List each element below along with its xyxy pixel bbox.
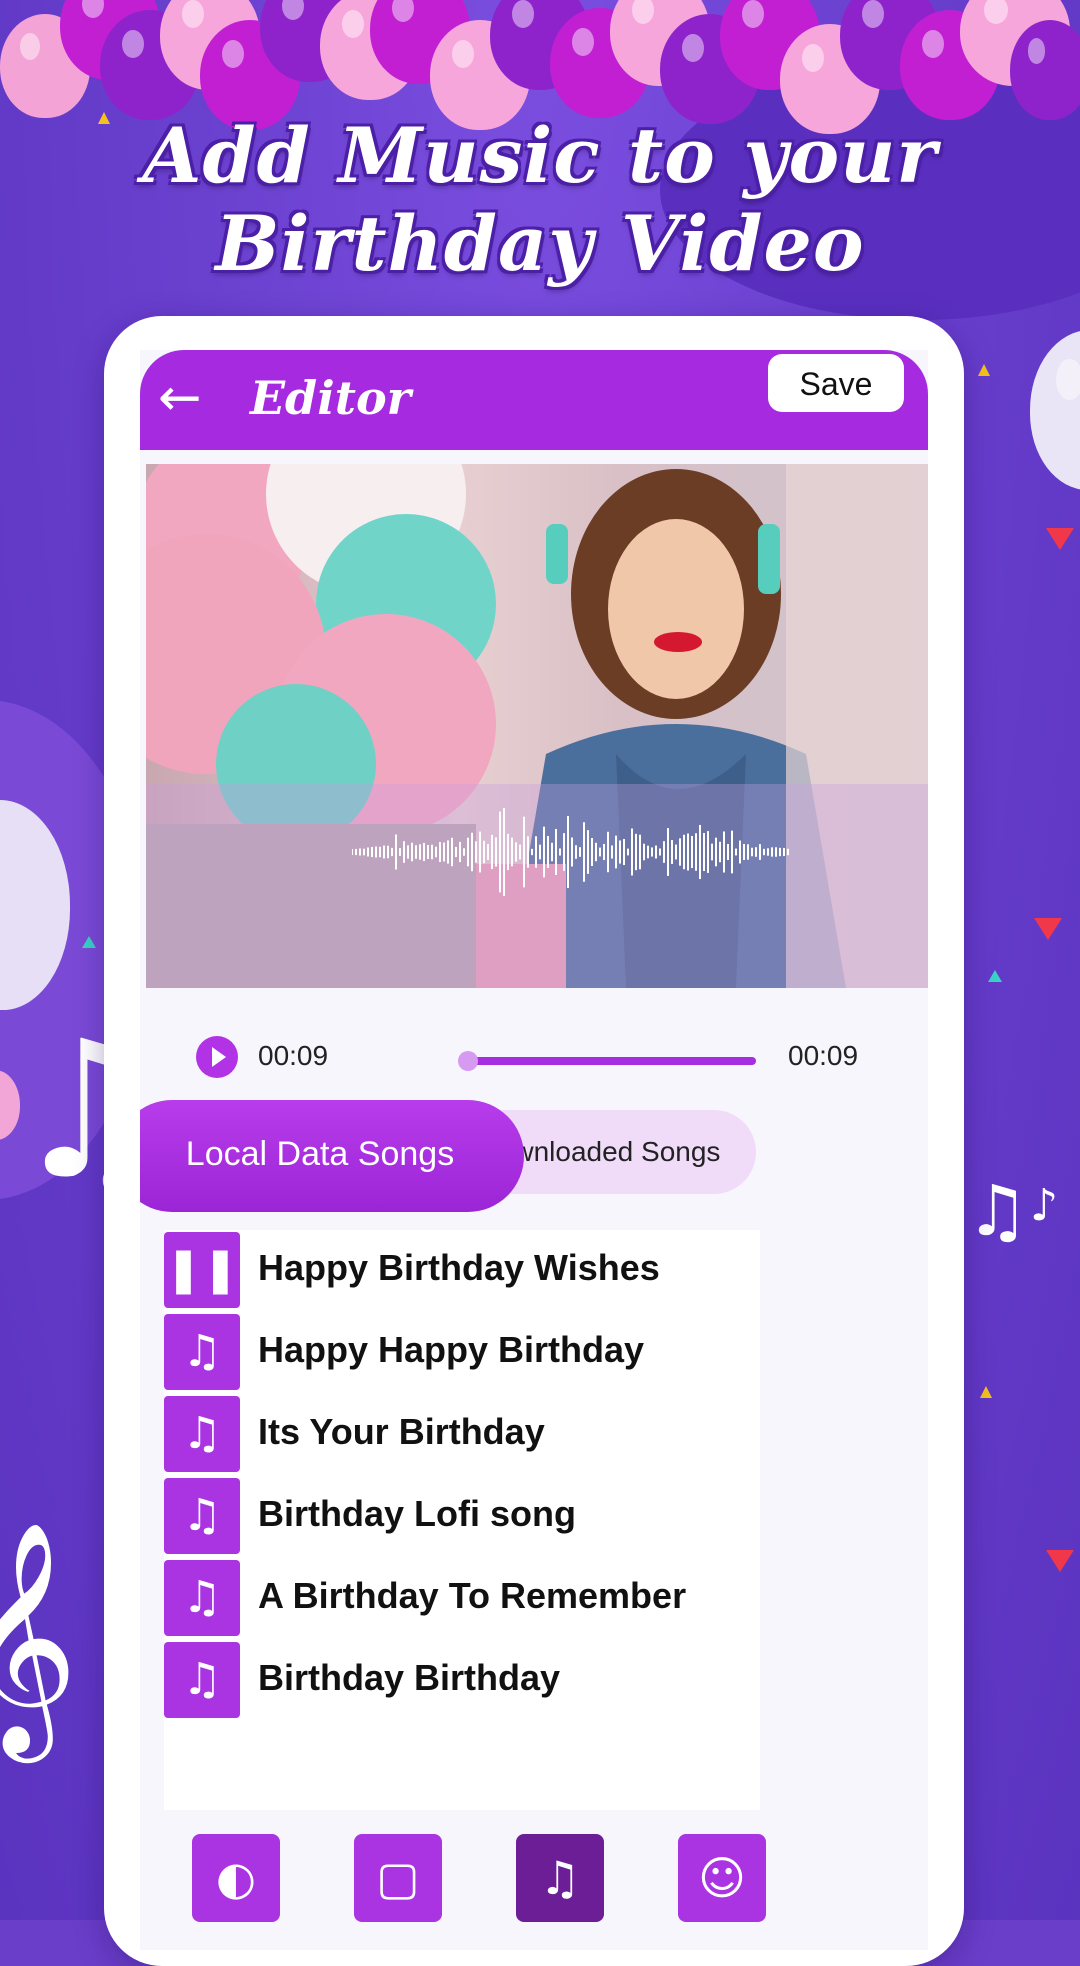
editor-screen: ← Editor Save 00:09 00:09 Downloaded Son…: [140, 350, 928, 1950]
song-title: Birthday Birthday: [258, 1657, 561, 1698]
music-note-decoration: 𝄞: [0, 1520, 79, 1753]
pause-icon[interactable]: ❚❚: [164, 1232, 240, 1308]
song-title: Happy Happy Birthday: [258, 1329, 645, 1370]
music-icon[interactable]: ♫: [516, 1834, 604, 1922]
tab-local-data-songs[interactable]: Local Data Songs: [140, 1100, 524, 1212]
headline-line1: Add Music to your: [142, 111, 938, 200]
music-note-decoration: ♪: [1030, 1180, 1059, 1231]
total-time: 00:09: [788, 1040, 859, 1071]
editor-toolbar: ◐ ▢ ♫ ☺: [140, 1826, 928, 1926]
filter-icon[interactable]: ◐: [192, 1834, 280, 1922]
confetti: [82, 936, 96, 948]
song-title: Birthday Lofi song: [258, 1493, 576, 1534]
promo-headline: Add Music to your Birthday Video: [0, 112, 1080, 288]
list-item[interactable]: ♫ Its Your Birthday: [164, 1394, 760, 1474]
list-item[interactable]: ♫ Birthday Lofi song: [164, 1476, 760, 1556]
song-title: Happy Birthday Wishes: [258, 1247, 660, 1288]
music-note-icon[interactable]: ♫: [164, 1560, 240, 1636]
editor-topbar: ← Editor Save: [140, 350, 928, 450]
confetti: [1034, 918, 1062, 940]
balloon: [1010, 20, 1080, 120]
confetti: [978, 364, 990, 376]
audio-waveform: [352, 808, 789, 896]
song-source-tabs: Downloaded Songs Local Data Songs: [140, 1100, 796, 1212]
music-note-decoration: ♫: [966, 1170, 1029, 1252]
music-note-icon[interactable]: ♫: [164, 1478, 240, 1554]
video-preview[interactable]: [146, 464, 928, 988]
play-button[interactable]: [196, 1036, 238, 1078]
balloon: [1030, 330, 1080, 490]
seek-bar[interactable]: [468, 1057, 756, 1065]
frame-icon[interactable]: ▢: [354, 1834, 442, 1922]
music-note-icon[interactable]: ♫: [164, 1396, 240, 1472]
seek-handle[interactable]: [458, 1051, 478, 1071]
list-item[interactable]: ♫ Birthday Birthday: [164, 1640, 760, 1720]
headline-line2: Birthday Video: [215, 199, 865, 288]
page-title: Editor: [250, 371, 411, 425]
confetti: [1046, 1550, 1074, 1572]
confetti: [988, 970, 1002, 982]
arrow-left-icon[interactable]: ←: [158, 370, 218, 430]
list-item[interactable]: ♫ A Birthday To Remember: [164, 1558, 760, 1638]
confetti: [980, 1386, 992, 1398]
current-time: 00:09: [258, 1040, 329, 1071]
music-note-icon[interactable]: ♫: [164, 1642, 240, 1718]
song-title: A Birthday To Remember: [258, 1575, 687, 1616]
song-list: ❚❚ Happy Birthday Wishes ♫ Happy Happy B…: [164, 1230, 760, 1810]
phone-frame: ← Editor Save 00:09 00:09 Downloaded Son…: [104, 316, 964, 1966]
sticker-icon[interactable]: ☺: [678, 1834, 766, 1922]
music-note-icon[interactable]: ♫: [164, 1314, 240, 1390]
confetti: [1046, 528, 1074, 550]
save-button[interactable]: Save: [768, 354, 904, 412]
list-item[interactable]: ♫ Happy Happy Birthday: [164, 1312, 760, 1392]
song-title: Its Your Birthday: [258, 1411, 545, 1452]
list-item[interactable]: ❚❚ Happy Birthday Wishes: [164, 1230, 760, 1310]
